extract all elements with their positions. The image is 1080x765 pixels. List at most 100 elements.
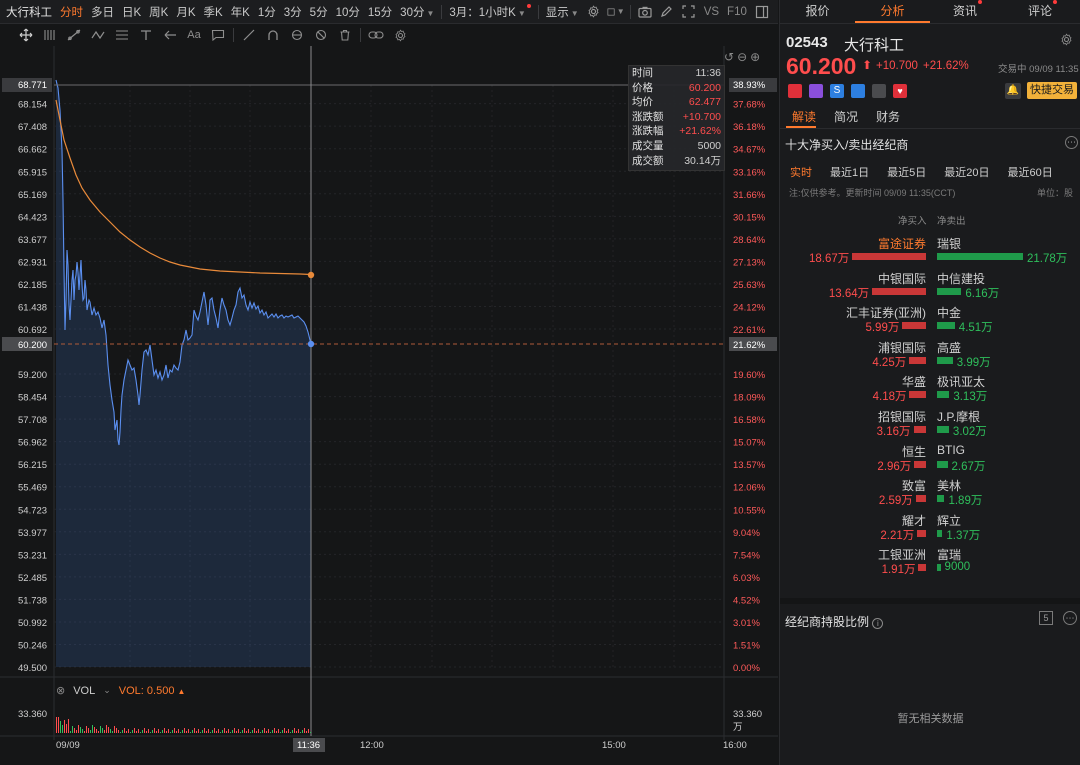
tab-comments[interactable]: 评论 <box>1005 0 1080 23</box>
vs-button[interactable]: VS <box>700 6 723 18</box>
time-tab-1d[interactable]: 最近1日 <box>830 164 869 180</box>
drawing-settings-icon[interactable] <box>391 26 409 44</box>
volume-bar <box>198 729 199 733</box>
zoom-out-icon[interactable]: ⊖ <box>737 50 747 64</box>
tooltip-value: 30.14万 <box>684 154 721 167</box>
pct-axis-tick-label: 33.16% <box>733 167 766 178</box>
tooltip-row-turnover: 成交额 30.14万 <box>629 154 724 169</box>
f10-button[interactable]: F10 <box>723 6 751 18</box>
period-tab-1min[interactable]: 1分 <box>254 4 280 20</box>
subtab-interpretation[interactable]: 解读 <box>792 108 816 125</box>
pct-axis-tick-label: 0.00% <box>733 663 760 674</box>
trendline-tool-icon[interactable] <box>65 26 83 44</box>
more-icon[interactable]: ⋯ <box>1065 136 1078 149</box>
reset-icon[interactable]: ↺ <box>724 50 734 64</box>
volume-bar <box>104 730 105 733</box>
panel-toggle-icon[interactable] <box>753 3 771 21</box>
link-icon[interactable] <box>367 26 385 44</box>
short-sell-icon[interactable]: S <box>830 84 844 98</box>
volume-bar <box>196 731 197 733</box>
vol-indicator-label[interactable]: VOL <box>73 685 95 697</box>
net-sell-broker-name[interactable]: 瑞银 <box>937 235 961 252</box>
close-icon[interactable]: ⊗ <box>56 684 65 697</box>
volume-bar <box>306 731 307 733</box>
comment-tool-icon[interactable] <box>209 26 227 44</box>
period-tab-30min[interactable]: 30分 ▼ <box>396 4 438 20</box>
display-dropdown[interactable]: 显示 ▼ <box>542 4 583 20</box>
period-tab-5min[interactable]: 5分 <box>306 4 332 20</box>
margin-icon[interactable] <box>809 84 823 98</box>
time-tab-60d[interactable]: 最近60日 <box>1008 164 1053 180</box>
subtab-profile[interactable]: 简况 <box>834 108 858 125</box>
price-axis-tick-label: 62.185 <box>18 280 47 291</box>
period-tab-intraday[interactable]: 分时 <box>56 4 87 20</box>
period-tab-weekly[interactable]: 周K <box>145 4 172 20</box>
heart-icon[interactable]: ♥ <box>893 84 907 98</box>
tag-icon[interactable] <box>851 84 865 98</box>
fib-tool-icon[interactable] <box>113 26 131 44</box>
move-crosshair-icon[interactable] <box>17 26 35 44</box>
period-tab-daily[interactable]: 日K <box>118 4 145 20</box>
chevron-down-icon[interactable]: ⌄ <box>103 685 111 696</box>
volume-bar <box>92 725 93 733</box>
magnet-tool-icon[interactable] <box>264 26 282 44</box>
quick-trade-button[interactable]: 快捷交易 <box>1027 82 1077 99</box>
subtab-financials[interactable]: 财务 <box>876 108 900 125</box>
tooltip-key: 均价 <box>632 96 653 109</box>
volume-bar <box>212 730 213 733</box>
settings-icon[interactable] <box>1060 33 1073 49</box>
more-icon[interactable]: ⋯ <box>1063 611 1077 625</box>
period-tab-quarterly[interactable]: 季K <box>200 4 227 20</box>
tab-news[interactable]: 资讯 <box>930 0 1005 23</box>
net-buy-broker-name[interactable]: 中银国际 <box>878 270 926 287</box>
trash-icon[interactable] <box>336 26 354 44</box>
broker-row: 富途证券 瑞银 18.67万 21.78万 <box>780 234 1080 268</box>
period-tab-monthly[interactable]: 月K <box>172 4 199 20</box>
hk-flag-icon[interactable] <box>788 84 802 98</box>
time-tab-20d[interactable]: 最近20日 <box>944 164 989 180</box>
net-buy-bar <box>872 287 926 295</box>
text-tool-icon[interactable] <box>137 26 155 44</box>
gear-icon[interactable] <box>585 3 603 21</box>
tab-analysis[interactable]: 分析 <box>855 0 930 23</box>
period-tab-yearly[interactable]: 年K <box>227 4 254 20</box>
zoom-in-icon[interactable]: ⊕ <box>750 50 760 64</box>
range-dropdown[interactable]: 3月：1小时K ▼ <box>445 3 534 20</box>
net-buy-broker-name[interactable]: 富途证券 <box>878 235 926 252</box>
holding-count-badge[interactable]: 5 <box>1039 611 1053 625</box>
pencil-icon[interactable] <box>658 3 676 21</box>
layout-toggle-icon[interactable]: ▼ <box>607 3 625 21</box>
col-net-buy: 净买入 <box>898 216 927 227</box>
time-tab-5d[interactable]: 最近5日 <box>887 164 926 180</box>
ruler-tool-icon[interactable] <box>240 26 258 44</box>
period-tab-15min[interactable]: 15分 <box>364 4 396 20</box>
fullscreen-icon[interactable] <box>680 3 698 21</box>
period-tab-10min[interactable]: 10分 <box>332 4 364 20</box>
pct-axis-tick-label: 3.01% <box>733 618 760 629</box>
current-pct-tag: 21.62% <box>733 340 766 351</box>
zigzag-tool-icon[interactable] <box>89 26 107 44</box>
tab-quote[interactable]: 报价 <box>780 0 855 23</box>
hide-drawings-icon[interactable] <box>312 26 330 44</box>
document-icon[interactable] <box>872 84 886 98</box>
net-sell-value: 2.67万 <box>951 460 986 473</box>
camera-icon[interactable] <box>636 3 654 21</box>
arrow-tool-icon[interactable] <box>161 26 179 44</box>
period-tab-3min[interactable]: 3分 <box>280 4 306 20</box>
info-icon[interactable]: i <box>872 618 884 629</box>
pct-axis-tick-label: 15.07% <box>733 438 766 449</box>
stock-name-label[interactable]: 大行科工 <box>0 4 56 20</box>
net-sell-broker-name[interactable]: 中金 <box>937 304 961 321</box>
font-tool-icon[interactable]: Aa <box>185 26 203 44</box>
pct-axis-tick-label: 22.61% <box>733 325 766 336</box>
volume-bar <box>266 731 267 733</box>
time-tab-realtime[interactable]: 实时 <box>790 164 812 180</box>
eye-tool-icon[interactable] <box>288 26 306 44</box>
net-sell-broker-name[interactable]: BTIG <box>937 443 965 457</box>
tooltip-key: 时间 <box>632 67 653 79</box>
period-tab-multiday[interactable]: 多日 <box>87 4 118 20</box>
bell-icon[interactable]: 🔔 <box>1005 83 1021 99</box>
pct-axis-tick-label: 30.15% <box>733 212 766 223</box>
bars-tool-icon[interactable] <box>41 26 59 44</box>
volume-bar <box>290 732 291 733</box>
